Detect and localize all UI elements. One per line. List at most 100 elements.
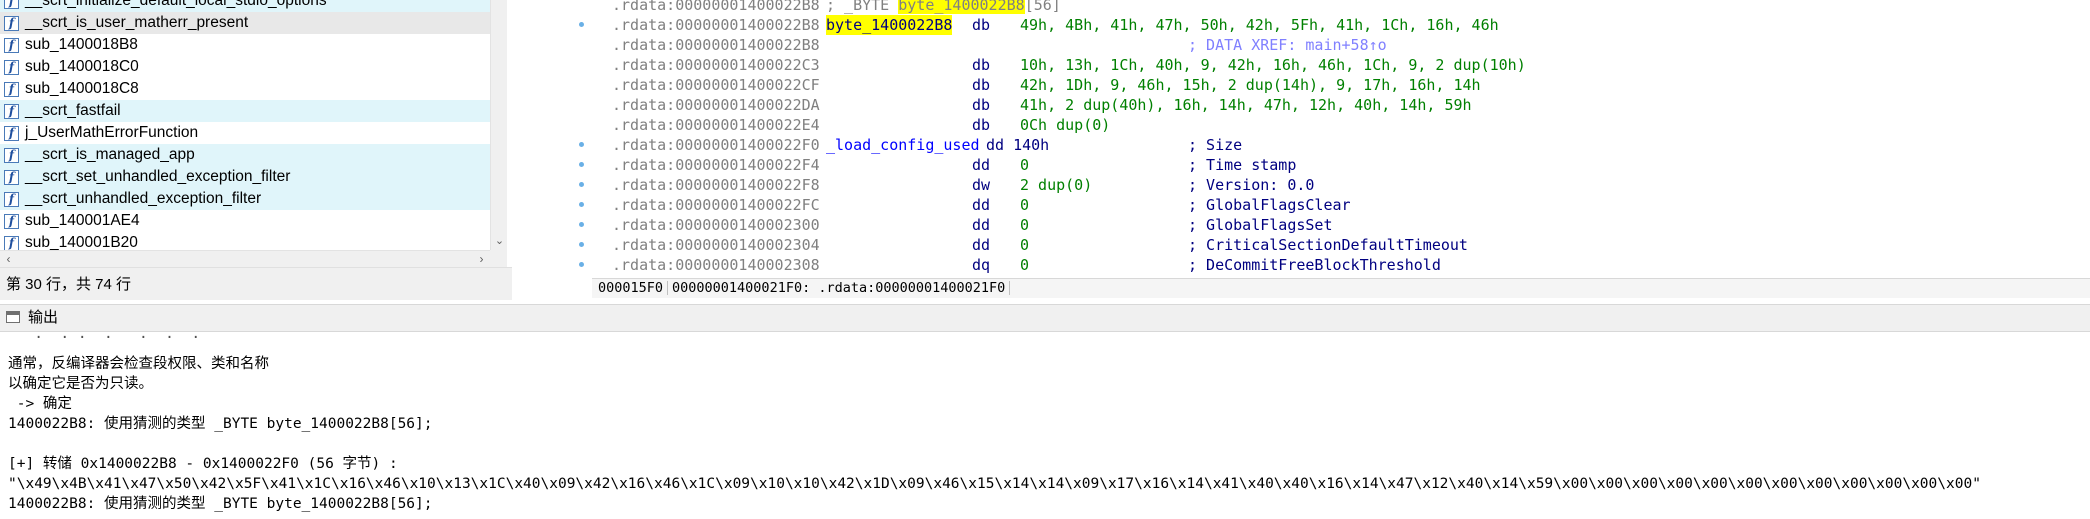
line-marker-icon: [579, 22, 584, 27]
function-list-item[interactable]: f sub_1400018B8: [0, 34, 490, 56]
disassembly-line[interactable]: .rdata:0000000140002304 dd 0 ; CriticalSect…: [579, 235, 2090, 255]
functions-row-status: 第 30 行，共 74 行: [0, 267, 512, 300]
line-address: .rdata:00000001400022F0: [612, 136, 820, 154]
mnemonic: dd: [972, 236, 991, 254]
function-name: sub_1400018B8: [25, 36, 138, 53]
file-offset: 000015F0: [598, 280, 664, 296]
function-name: __scrt_initialize_default_local_stdio_op…: [25, 0, 327, 9]
line-address: .rdata:00000001400022F8: [612, 176, 820, 194]
scroll-left-arrow-icon[interactable]: ‹: [0, 251, 17, 268]
function-name: sub_140001AE4: [25, 212, 140, 229]
function-name: __scrt_is_managed_app: [25, 146, 195, 163]
function-list-item[interactable]: f __scrt_set_unhandled_exception_filter: [0, 166, 490, 188]
line-address: .rdata:0000000140002304: [612, 236, 820, 254]
function-icon: f: [4, 147, 19, 163]
mnemonic: dd: [972, 156, 991, 174]
disassembly-line[interactable]: .rdata:0000000140002308 dq 0 ; DeCommitFree…: [579, 255, 2090, 275]
line-address: .rdata:00000001400022E4: [612, 116, 820, 134]
mnemonic: dd: [972, 216, 991, 234]
line-address: .rdata:00000001400022DA: [612, 96, 820, 114]
function-name: sub_1400018C8: [25, 80, 139, 97]
mnemonic: db: [972, 16, 991, 34]
function-icon: f: [4, 169, 19, 185]
disassembly-line[interactable]: .rdata:00000001400022CF db 42h, 1Dh, 9, 46…: [592, 75, 2090, 95]
type-comment-suffix: [56]: [1024, 0, 1061, 14]
function-list-item[interactable]: f sub_140001B20: [0, 232, 490, 250]
panel-gap: [512, 0, 592, 300]
symbol-label[interactable]: byte_1400022B8: [826, 15, 953, 35]
function-icon: f: [4, 81, 19, 97]
output-panel[interactable]: . . . . . . . 通常，反编译器会检查段权限、类和名称 以确定它是否为只…: [0, 333, 2090, 519]
operands: 42h, 1Dh, 9, 46h, 15h, 2 dup(14h), 9, 17…: [1020, 76, 1481, 94]
function-icon: f: [4, 125, 19, 141]
disassembly-line[interactable]: .rdata:00000001400022FC dd 0 ; GlobalFlagsC…: [579, 195, 2090, 215]
operands: 41h, 2 dup(40h), 16h, 14h, 47h, 12h, 40h…: [1020, 96, 1472, 114]
function-list-item[interactable]: f __scrt_is_user_matherr_present: [0, 12, 490, 34]
operands: 49h, 4Bh, 41h, 47h, 50h, 42h, 5Fh, 41h, …: [1020, 16, 1499, 34]
function-list-item[interactable]: f __scrt_initialize_default_local_stdio_o…: [0, 0, 490, 12]
function-icon: f: [4, 103, 19, 119]
xref-comment[interactable]: ; DATA XREF: main+58↑o: [1188, 35, 1387, 55]
disassembly-line[interactable]: .rdata:00000001400022F0 _load_config_used…: [579, 135, 2090, 155]
disassembly-line[interactable]: .rdata:00000001400022B8 ; _BYTE byte_1400…: [592, 0, 2090, 15]
output-panel-header[interactable]: 输出: [0, 304, 2090, 332]
function-name: j_UserMathErrorFunction: [25, 124, 199, 141]
line-address: .rdata:00000001400022CF: [612, 76, 820, 94]
disassembly-line[interactable]: .rdata:00000001400022E4 db 0Ch dup(0): [592, 115, 2090, 135]
operands: 0: [1020, 196, 1030, 214]
output-line: [+] 转储 0x1400022B8 - 0x1400022F0 (56 字节)…: [8, 456, 398, 472]
output-title: 输出: [28, 309, 59, 326]
operands: 2 dup(0): [1020, 176, 1093, 194]
line-marker-icon: [579, 162, 584, 167]
function-list-item[interactable]: f __scrt_is_managed_app: [0, 144, 490, 166]
function-list-item[interactable]: f sub_1400018C0: [0, 56, 490, 78]
disassembly-line[interactable]: .rdata:00000001400022DA db 41h, 2 dup(40h)…: [592, 95, 2090, 115]
scroll-right-arrow-icon[interactable]: ›: [473, 251, 490, 268]
function-icon: f: [4, 37, 19, 53]
line-address: .rdata:00000001400022FC: [612, 196, 820, 214]
functions-vertical-scrollbar[interactable]: ⌄: [490, 0, 507, 250]
mnemonic: db: [972, 56, 991, 74]
functions-horizontal-scrollbar[interactable]: ‹ ›: [0, 250, 490, 267]
output-line: -> 确定: [8, 396, 72, 412]
highlighted-symbol[interactable]: byte_1400022B8: [898, 0, 1025, 14]
mnemonic: db: [972, 96, 991, 114]
function-list-item[interactable]: f sub_140001AE4: [0, 210, 490, 232]
type-comment: ; _BYTE byte_1400022B8[56]: [826, 0, 1061, 15]
symbol-label[interactable]: _load_config_used: [826, 135, 980, 155]
function-list-item[interactable]: f __scrt_fastfail: [0, 100, 490, 122]
line-address: .rdata:00000001400022B8: [612, 36, 820, 54]
function-list-item[interactable]: f __scrt_unhandled_exception_filter: [0, 188, 490, 210]
line-marker-icon: [579, 202, 584, 207]
function-icon: f: [4, 59, 19, 75]
mnemonic: db: [972, 76, 991, 94]
line-comment: ; GlobalFlagsClear: [1188, 196, 1351, 214]
line-comment: ; Time stamp: [1188, 156, 1297, 174]
scroll-down-arrow-icon[interactable]: ⌄: [491, 233, 508, 250]
disassembly-line[interactable]: .rdata:00000001400022F4 dd 0 ; Time stamp: [579, 155, 2090, 175]
inline-instruction: dd 140h: [986, 136, 1050, 154]
mnemonic: dq: [972, 256, 991, 274]
line-marker-icon: [579, 182, 584, 187]
function-icon: f: [4, 15, 19, 31]
disassembly-view[interactable]: .rdata:00000001400022B8 ; _BYTE byte_1400…: [579, 0, 2090, 280]
line-address: .rdata:00000001400022B8: [612, 0, 820, 14]
function-list-item[interactable]: f j_UserMathErrorFunction: [0, 122, 490, 144]
disassembly-line[interactable]: .rdata:00000001400022B8 ; DATA XREF: main…: [592, 35, 2090, 55]
operands: 0: [1020, 156, 1030, 174]
disassembly-line[interactable]: .rdata:00000001400022B8 byte_1400022B8 db 4…: [579, 15, 2090, 35]
line-marker-icon: [579, 222, 584, 227]
line-comment: ; Size: [1188, 136, 1243, 154]
operands: 0: [1020, 256, 1030, 274]
function-list-item[interactable]: f sub_1400018C8: [0, 78, 490, 100]
disassembly-line[interactable]: .rdata:00000001400022F8 dw 2 dup(0) ; Versi…: [579, 175, 2090, 195]
disassembly-line[interactable]: .rdata:00000001400022C3 db 10h, 13h, 1Ch, …: [592, 55, 2090, 75]
function-name: __scrt_unhandled_exception_filter: [25, 190, 262, 207]
output-partial-line: . . . . . . .: [8, 333, 201, 342]
disassembly-line[interactable]: .rdata:0000000140002300 dd 0 ; GlobalFlagsS…: [579, 215, 2090, 235]
output-line: 以确定它是否为只读。: [8, 376, 153, 392]
functions-list[interactable]: f __scrt_initialize_default_local_stdio_o…: [0, 0, 490, 250]
function-icon: f: [4, 213, 19, 229]
operands: 10h, 13h, 1Ch, 40h, 9, 42h, 16h, 46h, 1C…: [1020, 56, 1526, 74]
type-comment-prefix: ; _BYTE: [826, 0, 899, 14]
